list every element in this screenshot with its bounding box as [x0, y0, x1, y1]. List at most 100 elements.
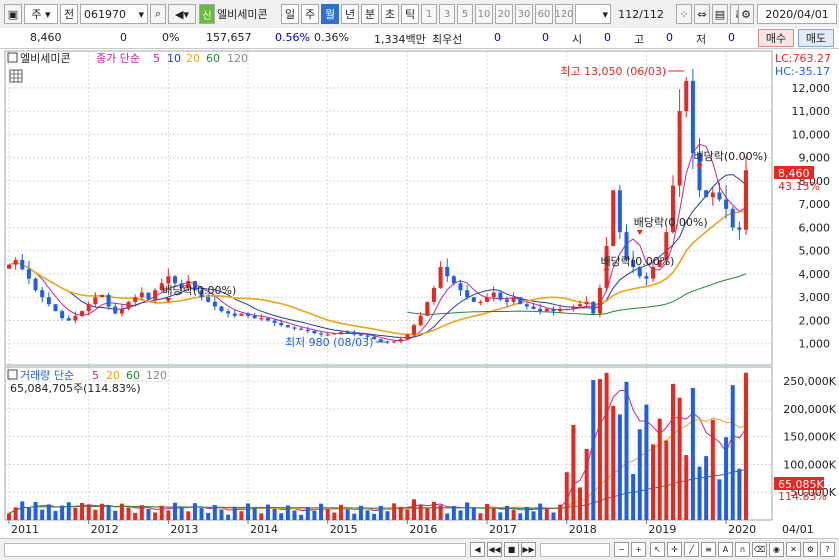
skip-forward-icon[interactable]: ▶▶	[521, 542, 536, 557]
grid-icon[interactable]: ⁘	[676, 4, 692, 24]
volume-bar	[299, 514, 304, 520]
interval-120[interactable]: 120	[554, 4, 574, 24]
table-icon[interactable]	[9, 69, 23, 83]
volume-bar	[172, 502, 177, 520]
volume-bar	[511, 509, 516, 520]
volume-bar	[578, 487, 583, 520]
interval-5[interactable]: 5	[457, 4, 473, 24]
chart-area[interactable]: 1,0002,0003,0004,0005,0006,0007,0008,000…	[0, 49, 839, 538]
gear-icon[interactable]: ⚙	[738, 4, 754, 24]
candle-body	[690, 80, 695, 154]
volume-bar	[385, 511, 390, 520]
zoom-out-icon[interactable]: −	[614, 542, 629, 557]
volume-bar	[518, 513, 523, 520]
trash-icon[interactable]: ✕	[786, 542, 801, 557]
eraser-icon[interactable]: ⌫	[752, 542, 767, 557]
candle-body	[299, 328, 304, 330]
volume-bar	[239, 511, 244, 520]
candle-body	[644, 276, 649, 279]
candle-body	[438, 266, 443, 288]
volume-bar	[571, 424, 576, 520]
stop-icon[interactable]: ■	[504, 542, 519, 557]
volume-bar	[192, 503, 197, 520]
candle-body	[33, 278, 38, 291]
save-icon[interactable]: ▤	[712, 4, 728, 24]
zoom-in-icon[interactable]: +	[631, 542, 646, 557]
volume-bar	[637, 429, 642, 520]
scrollbar-track[interactable]	[4, 543, 466, 557]
candle-body	[551, 308, 556, 312]
magnet-icon[interactable]: ∩	[735, 542, 750, 557]
low-annotation: 최저 980 (08/03)	[285, 336, 374, 349]
volume-value: 157,657	[206, 31, 252, 44]
open-label: 시	[572, 33, 583, 46]
candle-body	[412, 325, 417, 335]
period-second[interactable]: 초	[381, 4, 399, 24]
volume-bar	[206, 512, 211, 520]
volume-bar	[119, 503, 124, 520]
speaker-icon[interactable]: ◀▾	[168, 4, 196, 24]
zoom-slider[interactable]	[540, 543, 610, 557]
price-tick-label: 9,000	[799, 152, 831, 165]
volume-bar	[319, 503, 324, 520]
period-week[interactable]: 주	[301, 4, 319, 24]
candle-body	[332, 333, 337, 335]
candle-body	[684, 80, 689, 112]
settings-icon[interactable]: ⚙	[803, 542, 818, 557]
legend-ma-60: 60	[206, 52, 220, 65]
volume-bar	[219, 509, 224, 520]
stock-badge: 신	[199, 4, 215, 24]
buy-button[interactable]: 매수	[758, 29, 794, 47]
legend-ma-label: 종가 단순	[96, 52, 140, 65]
candle-body	[431, 287, 436, 302]
candle-body	[724, 199, 729, 209]
candle-body	[544, 308, 549, 312]
period-minute[interactable]: 분	[361, 4, 379, 24]
volume-bar	[232, 506, 237, 520]
x-tick-label: 2015	[330, 523, 358, 536]
candle-body	[385, 341, 390, 343]
x-tick-label: 2017	[489, 523, 517, 536]
search-icon[interactable]: ⌕	[150, 4, 166, 24]
volume-bar	[412, 499, 417, 520]
type-button[interactable]: 전	[60, 4, 78, 24]
interval-1[interactable]: 1	[421, 4, 437, 24]
period-year[interactable]: 년	[341, 4, 359, 24]
volume-bar	[305, 507, 310, 520]
arrows-icon[interactable]: ⇔	[694, 4, 710, 24]
volume-bar	[438, 505, 443, 520]
interval-10[interactable]: 10	[475, 4, 493, 24]
fibonacci-icon[interactable]: ≡	[701, 542, 716, 557]
candle-body	[465, 290, 470, 298]
period-day[interactable]: 일	[281, 4, 299, 24]
code-input[interactable]: 061970 ▾	[80, 4, 148, 24]
crosshair-icon[interactable]: ✛	[667, 542, 682, 557]
interval-60[interactable]: 60	[535, 4, 553, 24]
volume-bar	[20, 501, 25, 520]
candle-body	[425, 301, 430, 316]
line-tool-icon[interactable]: ╱	[684, 542, 699, 557]
period-month[interactable]: 월	[321, 4, 339, 24]
sell-button[interactable]: 매도	[798, 29, 834, 47]
candle-body	[7, 264, 11, 269]
volume-bar	[690, 387, 695, 520]
skip-back-icon[interactable]: ◀◀	[487, 542, 502, 557]
price-tick-label: 12,000	[792, 82, 831, 95]
candle-body	[578, 304, 583, 307]
candle-body	[226, 311, 231, 314]
interval-input[interactable]: ▾	[575, 4, 611, 24]
period-tick[interactable]: 틱	[401, 4, 419, 24]
interval-3[interactable]: 3	[439, 4, 455, 24]
interval-20[interactable]: 20	[495, 4, 513, 24]
date-field[interactable]: 2020/04/01	[757, 4, 837, 24]
text-tool-icon[interactable]: A	[718, 542, 733, 557]
cursor-icon[interactable]: ↖	[650, 542, 665, 557]
window-icon[interactable]: ▣	[4, 4, 22, 24]
scroll-left-icon[interactable]: ◀	[470, 542, 485, 557]
interval-30[interactable]: 30	[515, 4, 533, 24]
camera-icon[interactable]: ◉	[769, 542, 784, 557]
price-tick-label: 1,000	[799, 338, 831, 351]
help-icon[interactable]: ?	[820, 542, 835, 557]
market-select[interactable]: 주 ▾	[24, 4, 58, 24]
stock-name: 엘비세미콘	[217, 8, 268, 21]
